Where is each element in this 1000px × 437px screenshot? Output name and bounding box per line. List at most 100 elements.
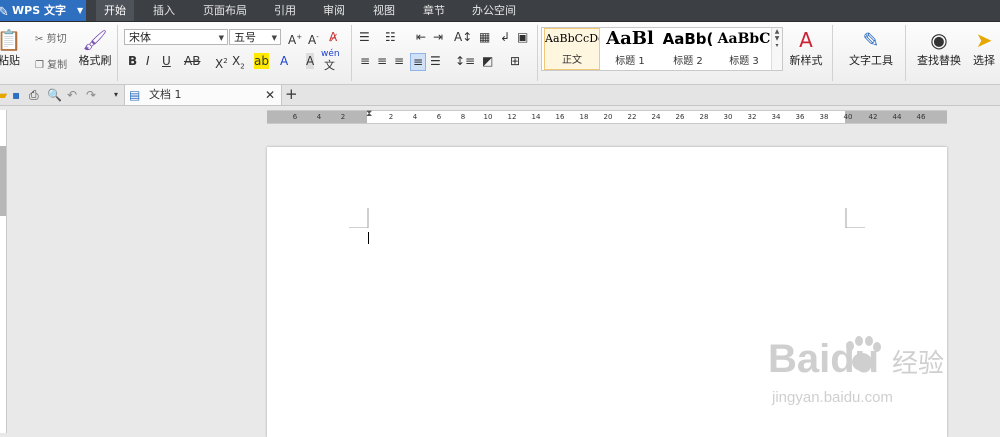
undo-icon[interactable]: ↶ [67,87,77,103]
ruler-tick: 38 [819,113,829,121]
select-label: 选择 [973,54,995,67]
new-style-label: 新样式 [789,54,823,67]
char-shading-icon[interactable]: A [306,53,315,69]
customize-icon[interactable]: ▾ [114,87,118,103]
find-replace-button[interactable]: ◉ 查找替换 [911,28,967,68]
font-family-value: 宋体 [129,31,151,44]
paragraph-mark-icon[interactable]: ↲ [500,29,510,45]
copy-label: 复制 [47,60,68,71]
divider [537,25,538,81]
divider [351,25,352,81]
underline-icon[interactable]: U [162,53,171,69]
highlight-icon[interactable]: ab [254,53,269,69]
cursor-icon: ➤ [975,28,993,52]
ruler-tick: 32 [747,113,757,121]
ruler-tick: 4 [316,113,322,121]
pinyin-char-icon: 文 [324,59,335,72]
new-tab-icon[interactable]: + [285,86,298,102]
divider [117,25,118,81]
ruler-tick: 10 [483,113,493,121]
menu-references[interactable]: 引用 [274,0,296,21]
ruler-tick: 6 [436,113,442,121]
menu-bar: ✎ WPS 文字 ▼ 开始 插入 页面布局 引用 审阅 视图 章节 办公空间 [0,0,1000,22]
numbering-icon[interactable]: ☷ [385,29,396,45]
style-normal[interactable]: AaBbCcDd 正文 [544,28,600,70]
ruler-tick: 46 [916,113,926,121]
style-name: 标题 3 [729,56,759,67]
ruler-tick: 30 [723,113,733,121]
ruler-tick: 4 [412,113,418,121]
justify-icon[interactable]: ≡ [410,53,427,71]
select-button[interactable]: ➤ 选择 [968,28,1000,68]
grow-font-icon[interactable]: A+ [288,29,302,48]
align-left-icon[interactable]: ≡ [360,53,370,69]
text-tools-button[interactable]: ✎ 文字工具 [843,28,899,68]
style-preview: AaBb( [662,30,714,48]
font-size-select[interactable]: 五号 ▼ [229,29,281,45]
margin-corner-marker [845,208,865,228]
menu-page-layout[interactable]: 页面布局 [203,0,247,21]
bullets-icon[interactable]: ☰ [359,29,370,45]
app-menu-button[interactable]: ✎ WPS 文字 ▼ [0,0,86,21]
font-family-select[interactable]: 宋体 ▼ [124,29,228,45]
ruler-tick: 42 [868,113,878,121]
clipboard-icon: 📋 [0,28,22,52]
line-spacing-icon[interactable]: ↕≡ [455,53,475,69]
borders-icon[interactable]: ⊞ [510,53,520,69]
style-heading-3[interactable]: AaBbC 标题 3 [717,28,771,70]
font-color-icon[interactable]: A [280,53,288,69]
clear-format-icon[interactable]: A̷ [329,29,337,45]
new-style-icon: A [799,28,813,52]
copy-button[interactable]: ❐ 复制 [35,56,67,71]
distributed-icon[interactable]: ☰ [430,53,441,69]
shrink-font-icon[interactable]: A- [308,29,319,48]
menu-view[interactable]: 视图 [373,0,395,21]
text-direction-icon[interactable]: A↕ [454,29,472,45]
scissors-icon: ✂ [35,34,44,45]
text-tools-icon: ✎ [862,28,880,52]
horizontal-ruler[interactable]: 6 4 2 ⧗ 2 4 6 8 10 12 14 16 18 20 22 24 … [267,109,947,124]
open-icon[interactable]: ▰ [0,87,7,103]
decrease-indent-icon[interactable]: ⇤ [416,29,426,45]
redo-icon[interactable]: ↷ [86,87,96,103]
close-icon[interactable]: ✕ [265,87,275,103]
menu-office-space[interactable]: 办公空间 [472,0,516,21]
style-preview: AaBbCcDd [545,32,600,45]
style-heading-1[interactable]: AaBl 标题 1 [602,28,658,70]
format-painter-button[interactable]: 🖌 格式刷 [78,28,112,68]
new-style-button[interactable]: A 新样式 [786,28,826,68]
chevron-down-icon: ▼ [271,34,277,42]
shading-icon[interactable]: ◩ [482,53,493,69]
italic-icon[interactable]: I [146,53,150,69]
paste-label: 粘贴 [0,54,20,67]
style-heading-2[interactable]: AaBb( 标题 2 [660,28,716,70]
align-center-icon[interactable]: ≡ [377,53,387,69]
app-title: WPS 文字 [12,4,66,17]
menu-review[interactable]: 审阅 [323,0,345,21]
save-icon[interactable]: ▪ [12,87,20,103]
ruler-tick: 6 [292,113,298,121]
ruler-tick: 12 [507,113,517,121]
subscript-icon[interactable]: X2 [232,53,245,74]
cut-button[interactable]: ✂ 剪切 [35,30,67,45]
menu-home[interactable]: 开始 [96,0,134,21]
superscript-icon[interactable]: X2 [215,53,228,72]
print-preview-icon[interactable]: 🔍 [47,87,62,103]
menu-insert[interactable]: 插入 [153,0,175,21]
ruler-tick: 2 [388,113,394,121]
font-size-value: 五号 [234,31,256,44]
align-right-icon[interactable]: ≡ [394,53,404,69]
increase-indent-icon[interactable]: ⇥ [433,29,443,45]
gallery-scroll[interactable]: ▲ ▼ ▾ [771,28,782,70]
text-box-icon[interactable]: ▣ [517,29,528,45]
menu-chapter[interactable]: 章节 [423,0,445,21]
ruler-tick: 16 [555,113,565,121]
bold-icon[interactable]: B [128,53,137,69]
paste-button[interactable]: 📋 粘贴 [0,28,24,68]
strikethrough-icon[interactable]: AB [184,53,200,69]
vertical-ruler [0,110,7,433]
document-tab[interactable]: ▤ 文档 1 ✕ [124,85,282,105]
indent-marker-icon[interactable]: ⧗ [366,109,372,119]
print-icon[interactable]: ⎙ [29,87,39,103]
table-icon[interactable]: ▦ [479,29,490,45]
